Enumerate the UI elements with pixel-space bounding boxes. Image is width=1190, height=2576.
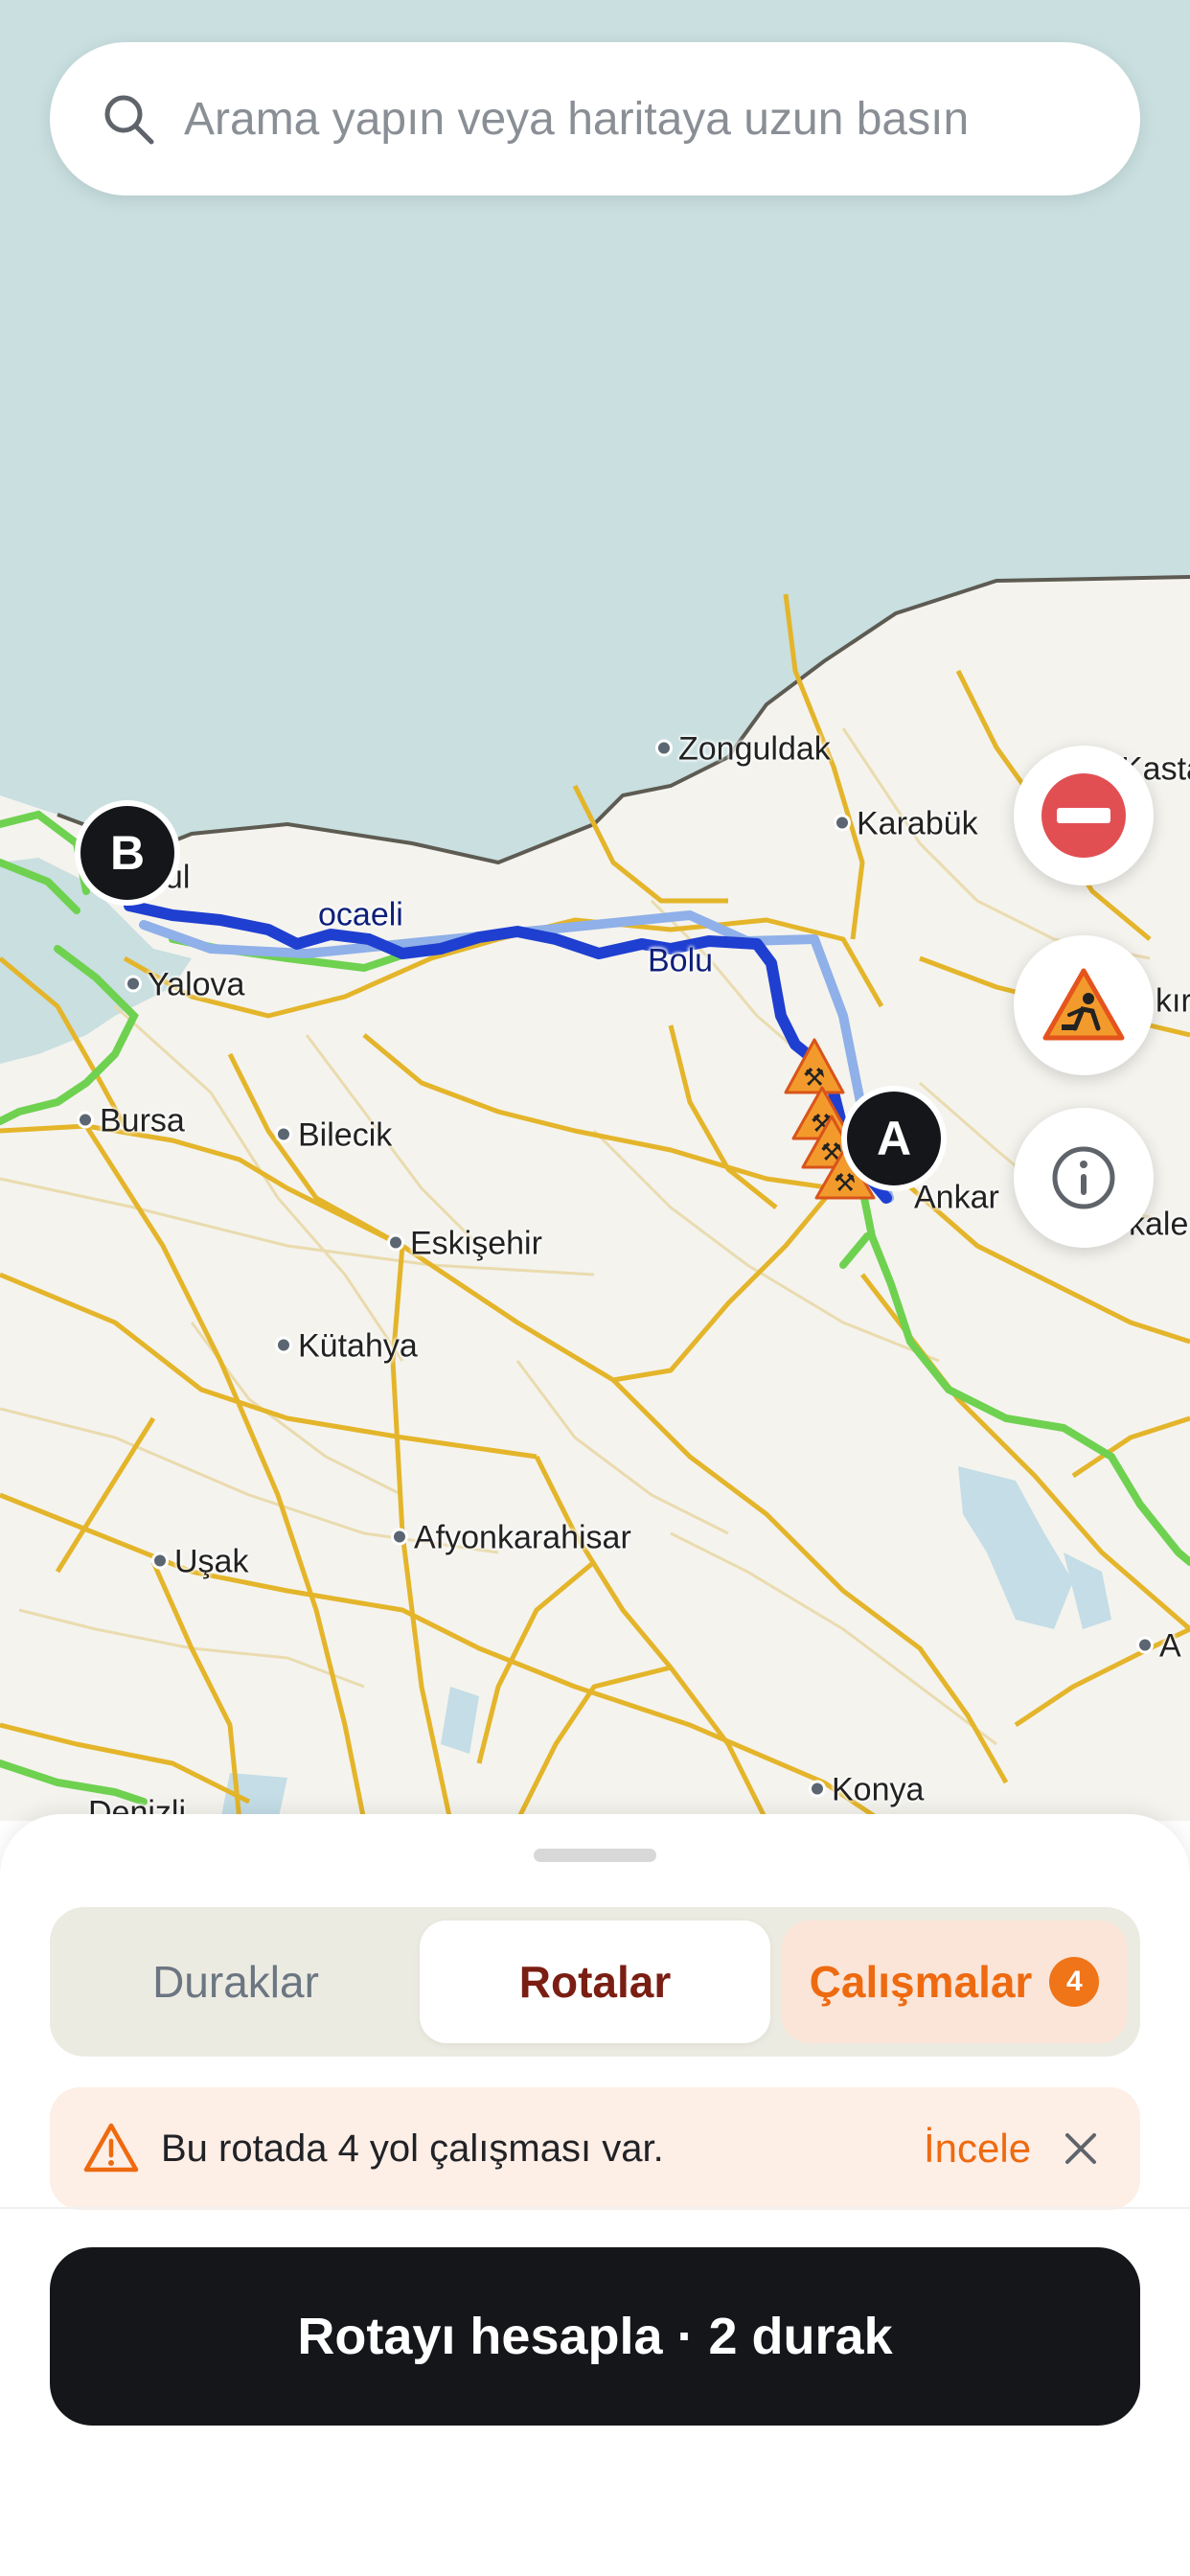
bottom-sheet: Duraklar Rotalar Çalışmalar 4 Bu rotada … [0, 1814, 1190, 2576]
roadwork-alert-banner: Bu rotada 4 yol çalışması var. İncele [50, 2087, 1140, 2210]
count-badge: 4 [1049, 1957, 1100, 2007]
search-input[interactable] [184, 80, 1104, 157]
city-label-yalova: Yalova [125, 967, 244, 1004]
tab-calismalar[interactable]: Çalışmalar 4 [782, 1920, 1127, 2043]
close-icon[interactable] [1058, 2126, 1104, 2172]
city-label-ankara: Ankar [914, 1179, 999, 1216]
drag-handle[interactable] [534, 1849, 656, 1862]
no-entry-button[interactable] [1014, 746, 1154, 886]
divider [0, 2207, 1190, 2209]
no-entry-icon [1041, 773, 1126, 858]
tab-label: Duraklar [152, 1957, 319, 2007]
map-view[interactable]: ⚒ ⚒ ⚒ ⚒ Zonguldak Karabük Kasta bul Yalo… [0, 0, 1190, 1831]
svg-text:⚒: ⚒ [834, 1168, 856, 1197]
city-label-karabuk: Karabük [834, 806, 978, 843]
city-label-cankiri: kırı [1156, 982, 1190, 1020]
city-label-usak: Uşak [151, 1544, 248, 1581]
roadwork-toggle-button[interactable] [1014, 935, 1154, 1075]
warning-icon [83, 2123, 139, 2173]
city-label-aksaray: A [1136, 1628, 1181, 1666]
info-icon [1052, 1146, 1115, 1209]
city-label-zonguldak: Zonguldak [655, 731, 831, 769]
city-label-eskisehir: Eskişehir [387, 1226, 542, 1263]
roadwork-icon [1042, 968, 1125, 1041]
info-button[interactable] [1014, 1108, 1154, 1248]
city-label-kutahya: Kütahya [275, 1328, 418, 1366]
alert-message: Bu rotada 4 yol çalışması var. [161, 2128, 664, 2170]
city-label-konya: Konya [809, 1772, 924, 1809]
city-label-kocaeli: ocaeli [318, 896, 403, 933]
route-start-pin[interactable]: A [841, 1086, 947, 1191]
tab-label: Rotalar [518, 1957, 672, 2007]
route-end-pin[interactable]: B [75, 800, 180, 906]
button-label: Rotayı hesapla · 2 durak [297, 2308, 893, 2365]
city-label-bolu: Bolu [648, 942, 714, 979]
city-label-bilecik: Bilecik [275, 1117, 392, 1155]
calculate-route-button[interactable]: Rotayı hesapla · 2 durak [50, 2247, 1140, 2426]
tab-label: Çalışmalar [809, 1957, 1033, 2007]
search-bar[interactable] [50, 42, 1140, 196]
tab-duraklar[interactable]: Duraklar [63, 1920, 408, 2043]
tab-rotalar[interactable]: Rotalar [420, 1920, 770, 2043]
segmented-tabs: Duraklar Rotalar Çalışmalar 4 [50, 1907, 1140, 2057]
city-label-afyonkarahisar: Afyonkarahisar [391, 1520, 631, 1557]
review-link[interactable]: İncele [924, 2087, 1031, 2210]
city-label-bursa: Bursa [77, 1103, 185, 1140]
search-icon [104, 95, 154, 145]
